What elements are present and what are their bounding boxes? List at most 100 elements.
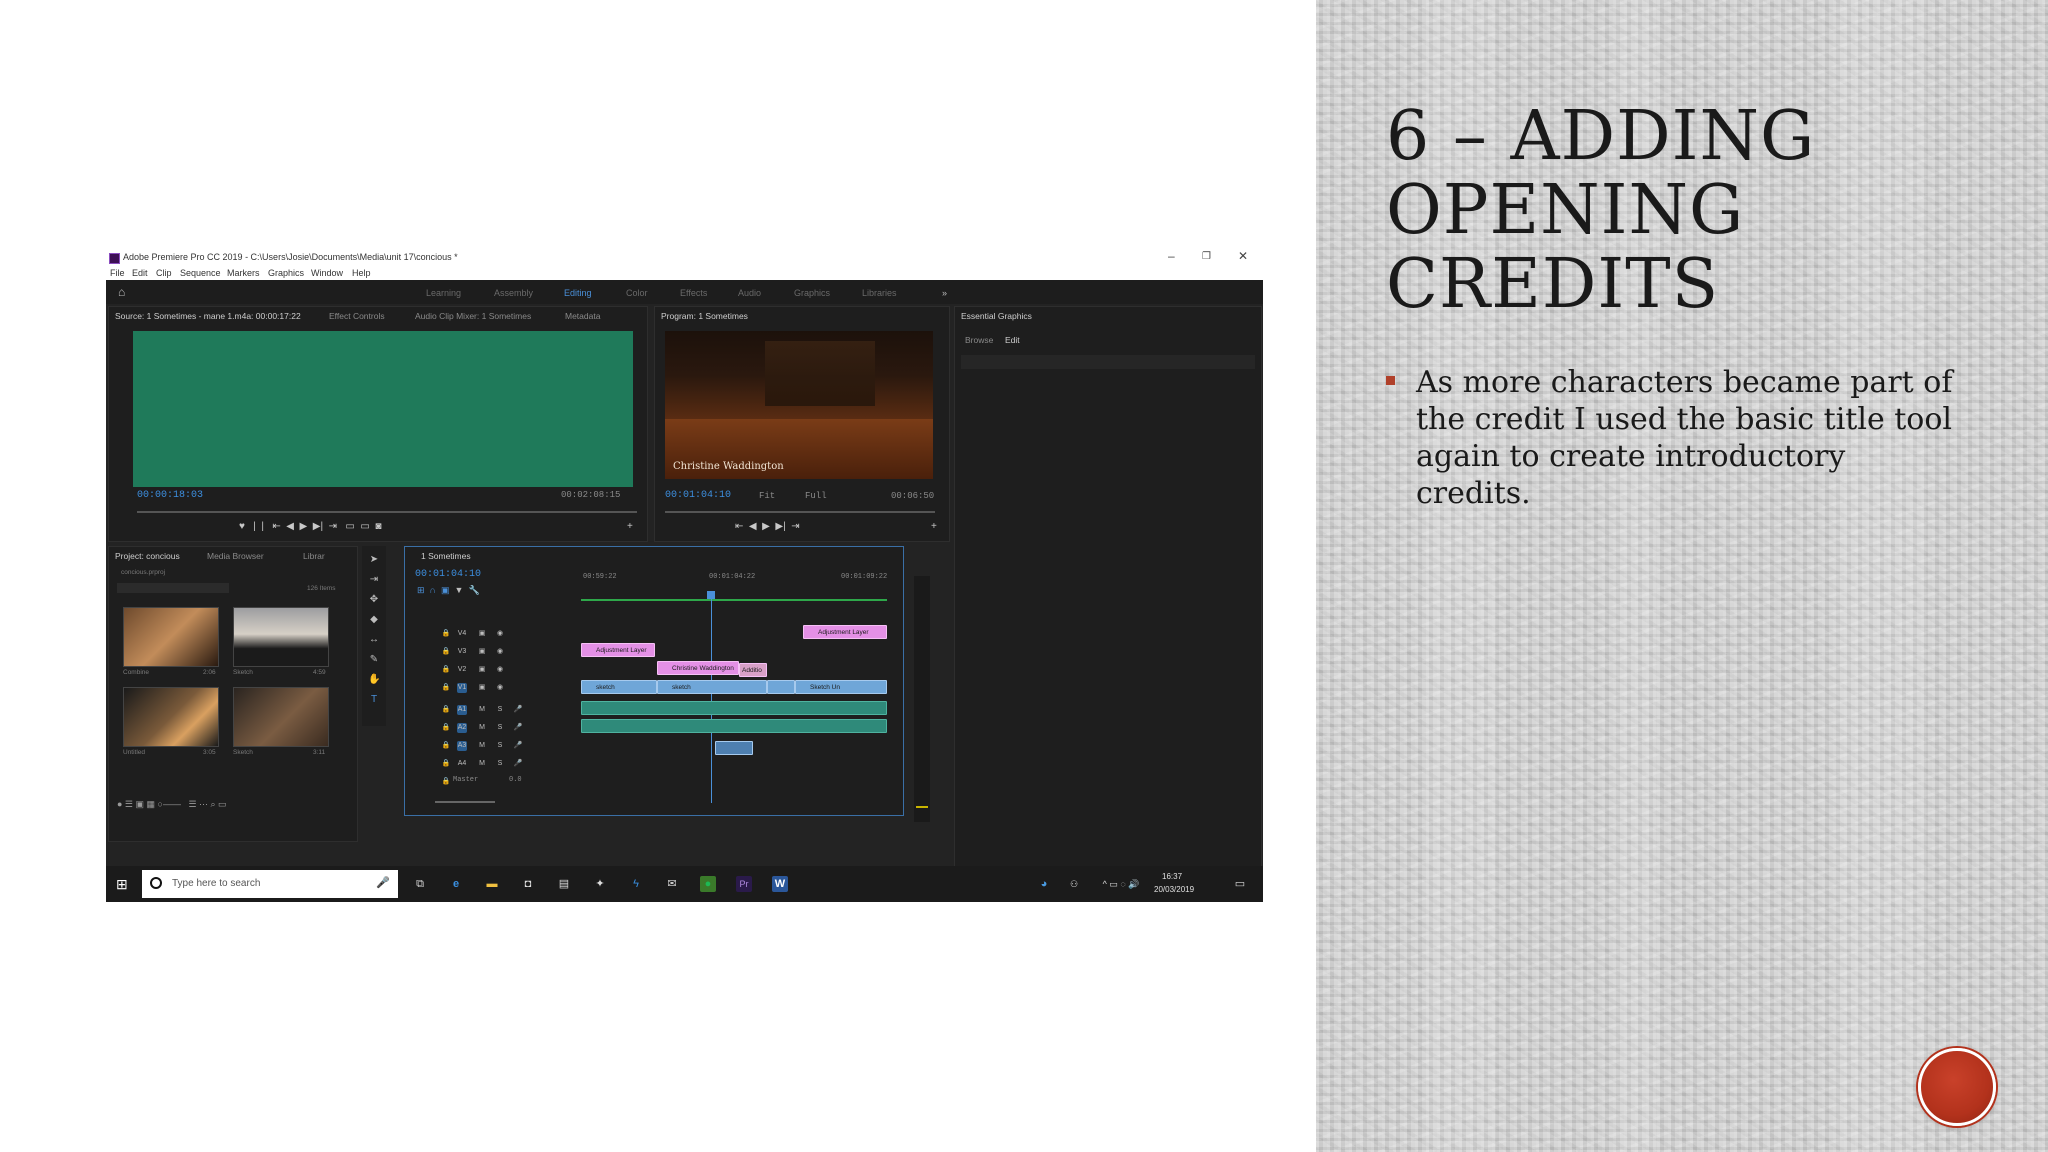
minimize-icon[interactable]: – (1168, 249, 1175, 263)
mic-icon[interactable]: 🎤 (513, 705, 523, 715)
premiere-taskbar-icon[interactable]: Pr (736, 876, 752, 892)
timeline-zoom-scroll[interactable] (435, 801, 495, 803)
tab-assembly[interactable]: Assembly (494, 288, 533, 298)
tab-program[interactable]: Program: 1 Sometimes (661, 311, 748, 321)
menu-edit[interactable]: Edit (132, 268, 148, 278)
spotify-icon[interactable]: ● (700, 876, 716, 892)
mic-icon[interactable]: 🎤 (513, 741, 523, 751)
tab-edit[interactable]: Edit (1005, 335, 1020, 345)
tab-effects[interactable]: Effects (680, 288, 707, 298)
menu-clip[interactable]: Clip (156, 268, 172, 278)
lock-icon[interactable]: 🔒 (441, 705, 451, 715)
program-timecode[interactable]: 00:01:04:10 (665, 490, 731, 501)
tab-libraries-panel[interactable]: Librar (303, 551, 325, 561)
clip-additional[interactable]: Additio (739, 663, 767, 677)
timeline-timecode[interactable]: 00:01:04:10 (415, 569, 481, 580)
clip-video[interactable]: sketch (581, 680, 657, 694)
clip-video[interactable] (767, 680, 795, 694)
mic-icon[interactable]: 🎤 (513, 759, 523, 769)
lightning-app-icon[interactable]: ϟ (628, 876, 644, 892)
tab-graphics[interactable]: Graphics (794, 288, 830, 298)
clip-audio-a1[interactable] (581, 701, 887, 715)
mute-icon[interactable]: M (477, 723, 487, 733)
tab-metadata[interactable]: Metadata (565, 311, 600, 321)
mail-icon[interactable]: ✉ (664, 876, 680, 892)
sync-icon[interactable]: ▣ (477, 647, 487, 657)
hand-tool-icon[interactable]: ✋ (368, 674, 380, 686)
edge-browser-icon[interactable]: e (448, 876, 464, 892)
tab-editing[interactable]: Editing (564, 288, 592, 298)
menu-markers[interactable]: Markers (227, 268, 260, 278)
pen-tool-icon[interactable]: ✎ (368, 654, 380, 666)
program-scrubber[interactable] (665, 511, 935, 513)
solo-icon[interactable]: S (495, 759, 505, 769)
mute-icon[interactable]: M (477, 741, 487, 751)
home-icon[interactable]: ⌂ (118, 286, 130, 298)
tab-libraries[interactable]: Libraries (862, 288, 897, 298)
solo-icon[interactable]: S (495, 741, 505, 751)
taskbar-time[interactable]: 16:37 (1162, 872, 1182, 881)
notifications-icon[interactable]: ▭ (1232, 876, 1248, 892)
menu-help[interactable]: Help (352, 268, 371, 278)
people-icon[interactable]: ⚇ (1066, 876, 1082, 892)
tab-sequence[interactable]: 1 Sometimes (421, 551, 471, 561)
microphone-icon[interactable]: 🎤 (376, 876, 390, 889)
task-view-icon[interactable]: ⧉ (412, 876, 428, 892)
mute-icon[interactable]: M (477, 705, 487, 715)
clip-adjustment-layer[interactable]: Adjustment Layer (581, 643, 655, 657)
playhead[interactable] (711, 591, 712, 803)
tab-audio-clip-mixer[interactable]: Audio Clip Mixer: 1 Sometimes (415, 311, 531, 321)
program-fit[interactable]: Fit (759, 491, 775, 501)
clip-adjustment-layer[interactable]: Adjustment Layer (803, 625, 887, 639)
project-thumbnail[interactable] (233, 607, 329, 667)
project-thumbnail[interactable] (123, 607, 219, 667)
chrome-icon[interactable]: ◕ (1036, 876, 1052, 892)
taskbar-date[interactable]: 20/03/2019 (1154, 885, 1194, 894)
track-select-tool-icon[interactable]: ⇥ (368, 574, 380, 586)
tab-color[interactable]: Color (626, 288, 648, 298)
menu-window[interactable]: Window (311, 268, 343, 278)
tab-project[interactable]: Project: concious (115, 551, 180, 561)
project-thumbnail[interactable] (233, 687, 329, 747)
type-tool-icon[interactable]: T (368, 694, 380, 706)
tab-browse[interactable]: Browse (965, 335, 993, 345)
program-add-icon[interactable]: + (931, 521, 937, 532)
sync-icon[interactable]: ▣ (477, 683, 487, 693)
clip-video[interactable]: Sketch Un (795, 680, 887, 694)
more-workspaces-icon[interactable]: » (942, 288, 947, 298)
system-tray-icons[interactable]: ^ ▭ ◌ 🔊 (1096, 876, 1146, 892)
lock-icon[interactable]: 🔒 (441, 741, 451, 751)
lock-icon[interactable]: 🔒 (441, 759, 451, 769)
source-scrubber[interactable] (137, 511, 637, 513)
lock-icon[interactable]: 🔒 (441, 683, 451, 693)
source-transport-controls[interactable]: ♥ | | ⇤ ◀ ▶ ▶| ⇥ ▭ ▭ ◙ (239, 521, 381, 532)
selection-tool-icon[interactable]: ➤ (368, 554, 380, 566)
slide-nav-button[interactable] (1918, 1048, 1996, 1126)
playhead-handle[interactable] (707, 591, 715, 599)
ripple-edit-tool-icon[interactable]: ✥ (368, 594, 380, 606)
clip-title[interactable]: Christine Waddington (657, 661, 739, 675)
eye-icon[interactable]: ◉ (495, 683, 505, 693)
clip-audio-a2[interactable] (581, 719, 887, 733)
sync-icon[interactable]: ▣ (477, 629, 487, 639)
eye-icon[interactable]: ◉ (495, 647, 505, 657)
project-search-input[interactable] (117, 583, 229, 593)
work-area-bar[interactable] (581, 599, 887, 601)
clip-video[interactable]: sketch (657, 680, 767, 694)
tab-source[interactable]: Source: 1 Sometimes - mane 1.m4a: 00:00:… (115, 311, 301, 321)
project-view-controls[interactable]: ● ☰ ▣ ▦ ○—— ☰ ⋯ ⌕ ▭ (117, 799, 227, 810)
program-quality[interactable]: Full (805, 491, 827, 501)
tab-learning[interactable]: Learning (426, 288, 461, 298)
lock-icon[interactable]: 🔒 (441, 665, 451, 675)
tab-audio[interactable]: Audio (738, 288, 761, 298)
add-button-icon[interactable]: + (627, 521, 633, 532)
windows-start-icon[interactable]: ⊞ (116, 876, 132, 892)
restore-icon[interactable]: ❐ (1202, 251, 1211, 262)
document-app-icon[interactable]: ▤ (556, 876, 572, 892)
razor-tool-icon[interactable]: ◆ (368, 614, 380, 626)
close-icon[interactable]: ✕ (1238, 249, 1248, 263)
solo-icon[interactable]: S (495, 723, 505, 733)
project-thumbnail[interactable] (123, 687, 219, 747)
program-transport-controls[interactable]: ⇤ ◀ ▶ ▶| ⇥ (735, 521, 800, 532)
menu-graphics[interactable]: Graphics (268, 268, 304, 278)
